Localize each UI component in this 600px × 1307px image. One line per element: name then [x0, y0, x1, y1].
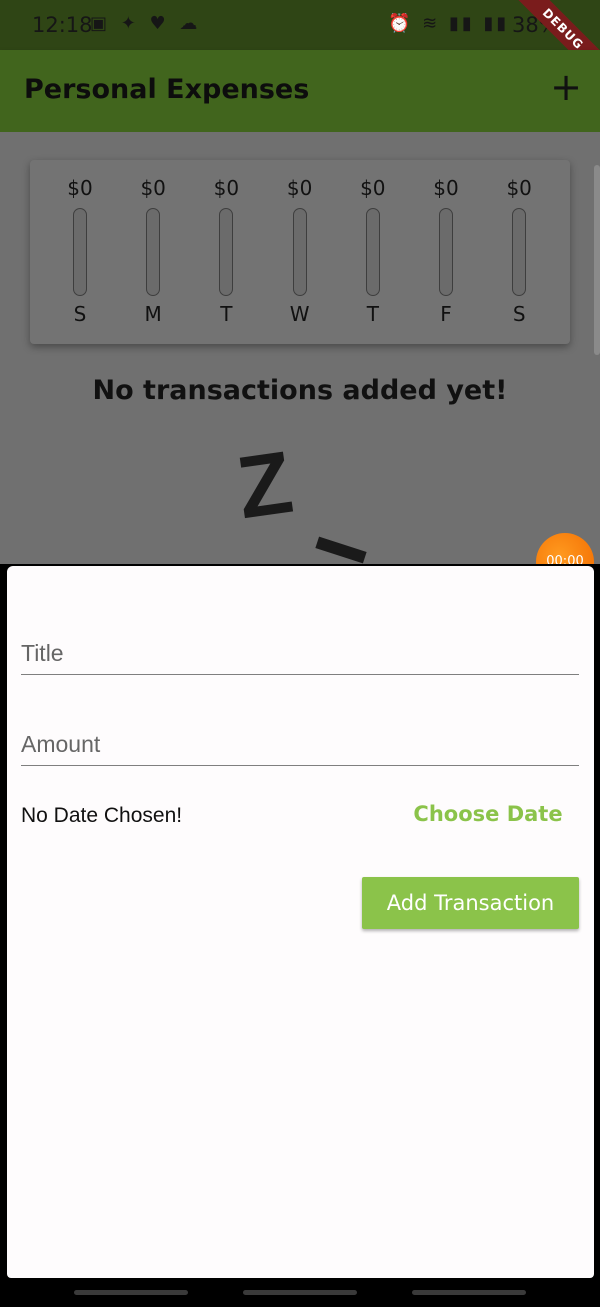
- bar-track: [512, 208, 527, 296]
- bar-amount-label: $0: [213, 176, 240, 200]
- bar-amount-label: $0: [360, 176, 386, 200]
- system-nav-bar: [0, 1282, 600, 1307]
- chart-bar-column: $0 W: [270, 160, 330, 344]
- title-field[interactable]: [21, 614, 579, 675]
- bar-day-label: M: [144, 302, 162, 326]
- bar-track: [365, 208, 380, 296]
- bar-day-label: T: [220, 302, 233, 326]
- chart-bar-column: $0 S: [489, 160, 549, 344]
- status-bar: 12:18 ▣ ✦ ♥ ☁ ⏰ ≋ ▮▮ ▮▮ 38% DEBUG: [0, 0, 600, 90]
- add-transaction-button[interactable]: Add Transaction: [362, 877, 579, 929]
- bar-track: [146, 208, 161, 296]
- status-time: 12:18: [32, 13, 93, 37]
- nav-home-handle[interactable]: [243, 1290, 357, 1295]
- bar-amount-label: $0: [140, 176, 166, 200]
- chart-bar-column: $0 M: [123, 160, 183, 344]
- date-status: No Date Chosen!: [21, 804, 183, 827]
- bar-amount-label: $0: [67, 176, 93, 200]
- bar-amount-label: $0: [433, 176, 459, 200]
- screen-recorder-timer[interactable]: 00:00: [536, 533, 594, 564]
- choose-date-button[interactable]: Choose Date: [413, 792, 563, 836]
- bar-track: [439, 208, 453, 296]
- sleep-illustration-stroke: [315, 536, 367, 564]
- amount-field[interactable]: [21, 705, 579, 766]
- bar-track: [73, 208, 87, 296]
- amount-input[interactable]: [21, 705, 579, 765]
- bar-day-label: F: [440, 302, 452, 326]
- sleep-illustration: Z: [231, 431, 299, 538]
- new-transaction-sheet: No Date Chosen! Choose Date Add Transact…: [7, 566, 594, 1278]
- chart-bar-column: $0 S: [50, 160, 110, 344]
- bar-day-label: W: [289, 302, 310, 326]
- bar-day-label: S: [73, 302, 87, 326]
- bar-day-label: S: [512, 302, 526, 326]
- chart-bar-column: $0 T: [343, 160, 403, 344]
- add-transaction-icon-button[interactable]: +: [550, 68, 582, 106]
- app-bar: Personal Expenses +: [0, 50, 600, 132]
- bar-amount-label: $0: [506, 176, 532, 200]
- scrollbar[interactable]: [594, 165, 600, 355]
- title-input[interactable]: [21, 614, 579, 674]
- notification-icons: ▣ ✦ ♥ ☁: [90, 13, 202, 34]
- bar-track: [219, 208, 234, 296]
- bar-track: [292, 208, 307, 296]
- nav-back-handle[interactable]: [412, 1290, 526, 1295]
- system-icons: ⏰ ≋ ▮▮ ▮▮: [388, 13, 510, 34]
- bar-amount-label: $0: [286, 176, 313, 200]
- empty-state-message: No transactions added yet!: [92, 375, 508, 406]
- chart-bar-column: $0 T: [196, 160, 256, 344]
- backdrop-scrim[interactable]: $0 S $0 M $0 T $0 W $0 T $0 F $0 S No transactions ad…: [0, 132, 600, 564]
- chart-bar-column: $0 F: [416, 160, 476, 344]
- bar-day-label: T: [366, 302, 379, 326]
- weekly-chart: $0 S $0 M $0 T $0 W $0 T $0 F $0 S: [30, 160, 570, 344]
- nav-recents-handle[interactable]: [74, 1290, 188, 1295]
- page-title: Personal Expenses: [24, 74, 310, 105]
